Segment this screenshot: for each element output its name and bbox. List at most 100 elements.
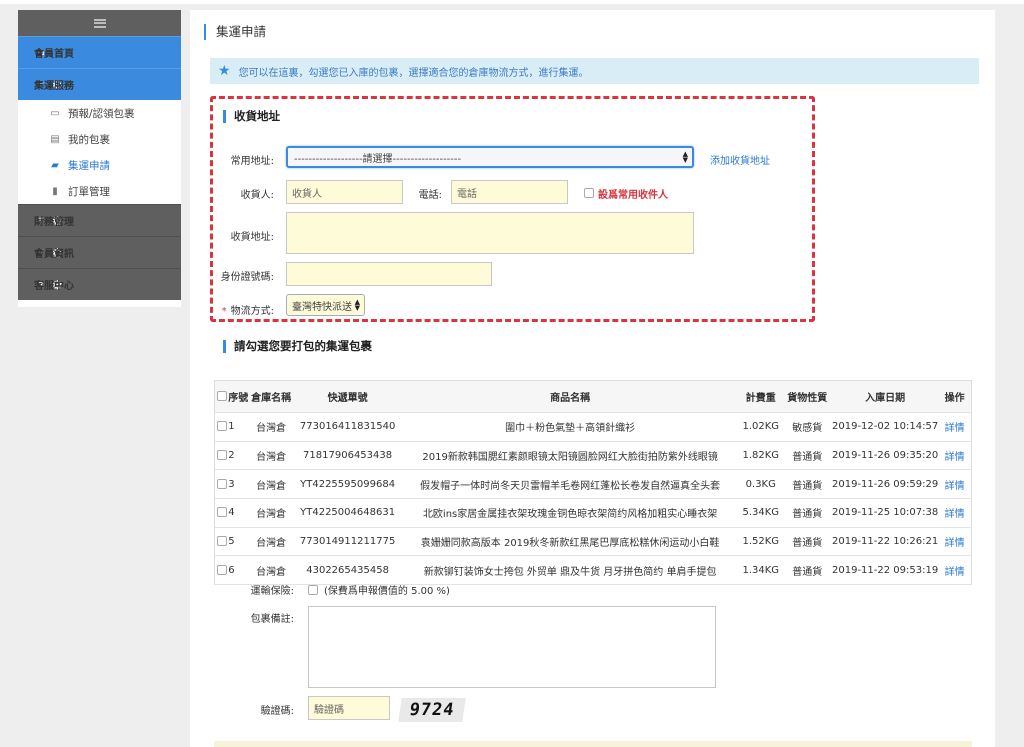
sidebar-item-member-home[interactable]: ⌂ 會員首頁: [18, 36, 181, 68]
header-weight: 計費重: [738, 380, 783, 413]
row-warehouse: 台灣倉: [248, 469, 294, 500]
header-date: 入庫日期: [832, 380, 939, 413]
row-product: 北欧ins家居金属挂衣架玫瑰金铜色晾衣架简约风格加粗实心睡衣架: [401, 498, 739, 528]
header-no: 序號: [228, 380, 249, 413]
inbox-icon: ▭: [50, 107, 60, 119]
row-tracking: 773014911211775: [293, 527, 402, 557]
header-product: 商品名稱: [401, 380, 739, 413]
header-tracking: 快遞單號: [293, 380, 402, 413]
row-warehouse: 台灣倉: [248, 527, 294, 557]
row-product: 新款铆钉装饰女士挎包 外贸单 鼎及牛货 月牙拼色简约 单肩手提包: [401, 555, 739, 586]
add-address-link[interactable]: 添加收貨地址: [710, 152, 770, 167]
row-tracking: 71817906453438: [293, 441, 402, 471]
row-action[interactable]: 詳情: [938, 498, 972, 528]
remark-textarea[interactable]: [308, 606, 716, 688]
row-no: 3: [228, 469, 249, 500]
sidebar-item-finance[interactable]: ▾ 財務管理 ⚙: [18, 204, 181, 236]
insurance-text: (保費爲申報價值的 5.00 %): [324, 586, 450, 597]
row-checkbox[interactable]: [216, 507, 227, 518]
table-header-row: 序號 倉庫名稱 快遞單號 商品名稱 計費重 貨物性質 入庫日期 操作: [214, 380, 972, 413]
row-select-cell[interactable]: [214, 498, 229, 528]
row-select-cell[interactable]: [214, 441, 229, 471]
row-action[interactable]: 詳情: [938, 555, 972, 586]
address-textarea[interactable]: [286, 212, 694, 254]
select-all-cell[interactable]: [214, 380, 229, 413]
sidebar-subitem-my-packages[interactable]: ▤ 我的包裹: [18, 126, 181, 152]
row-date: 2019-12-02 10:14:57: [832, 412, 939, 442]
row-type: 普通貨: [782, 498, 832, 528]
row-action[interactable]: 詳情: [938, 441, 972, 471]
row-tracking: YT4225595099684: [293, 469, 402, 500]
sidebar-item-shipping-service[interactable]: ▾ 集運服務 ⚙: [18, 68, 181, 100]
sidebar-subitem-shipping-request[interactable]: ▰ 集運申請: [18, 152, 181, 178]
row-date: 2019-11-22 10:26:21: [832, 527, 939, 557]
row-warehouse: 台灣倉: [248, 498, 294, 528]
row-date: 2019-11-26 09:59:29: [832, 469, 939, 500]
select-all-checkbox[interactable]: [216, 391, 227, 401]
table-row[interactable]: 4 台灣倉 YT4225004648631 北欧ins家居金属挂衣架玫瑰金铜色晾衣架简…: [214, 498, 972, 528]
row-warehouse: 台灣倉: [248, 412, 294, 442]
row-weight: 5.34KG: [738, 498, 783, 528]
sidebar-subitem-forecast[interactable]: ▭ 預報/認領包裹: [18, 100, 181, 126]
set-common-receiver-checkbox[interactable]: [584, 188, 594, 198]
row-select-cell[interactable]: [214, 527, 229, 557]
address-section-title: 收貨地址: [223, 110, 280, 123]
row-date: 2019-11-22 09:53:19: [832, 555, 939, 586]
truck-icon: ▰: [51, 159, 59, 171]
row-select-cell[interactable]: [214, 469, 229, 500]
receiver-input[interactable]: 收貨人: [286, 180, 403, 204]
row-product: 假发帽子一体时尚冬天贝雷帽羊毛卷网红蓬松长卷发自然逼真全头套: [401, 469, 739, 500]
table-row[interactable]: 3 台灣倉 YT4225595099684 假发帽子一体时尚冬天贝雷帽羊毛卷网红蓬松长…: [214, 469, 972, 500]
select-arrows-icon: ▲ ▼: [682, 150, 688, 164]
row-product: 袁姗姗同款高版本 2019秋冬新款红黑尾巴厚底松糕休闲运动小白鞋: [401, 527, 739, 557]
row-checkbox[interactable]: [216, 536, 227, 547]
menu-icon: [93, 18, 106, 28]
row-checkbox[interactable]: [216, 421, 227, 432]
sidebar-subitem-orders[interactable]: ▮ 訂單管理: [18, 178, 181, 204]
captcha-input[interactable]: 驗證碼: [308, 696, 390, 720]
captcha-label: 驗證碼:: [260, 706, 294, 717]
insurance-label: 運輸保險:: [250, 586, 294, 597]
row-type: 普通貨: [782, 469, 832, 500]
sidebar-toggle[interactable]: [18, 10, 181, 36]
table-row[interactable]: 5 台灣倉 773014911211775 袁姗姗同款高版本 2019秋冬新款红黑尾巴…: [214, 527, 972, 557]
sidebar: ⌂ 會員首頁 ▾ 集運服務 ⚙ ▭ 預報/認領包裹 ▤ 我的包裹 ▰ 集運申請 …: [18, 10, 181, 307]
row-checkbox[interactable]: [216, 450, 227, 461]
captcha-image[interactable]: 9724: [398, 698, 466, 722]
row-tracking: 773016411831540: [293, 412, 402, 442]
info-notice: ★ 您可以在這裏，勾選您已入庫的包裹，選擇適合您的倉庫物流方式，進行集運。: [210, 58, 979, 84]
row-weight: 1.52KG: [738, 527, 783, 557]
common-address-label: 常用地址:: [230, 156, 274, 167]
row-checkbox[interactable]: [216, 564, 227, 575]
row-date: 2019-11-26 09:35:20: [832, 441, 939, 471]
common-address-select[interactable]: -------------------請選擇------------------…: [286, 146, 694, 168]
row-type: 普通貨: [782, 555, 832, 586]
row-no: 5: [228, 527, 249, 557]
table-row[interactable]: 2 台灣倉 71817906453438 2019新款韩国腮红素颜眼镜太阳镜圆脸网红大…: [214, 441, 972, 471]
row-checkbox[interactable]: [216, 478, 227, 489]
table-row[interactable]: 1 台灣倉 773016411831540 圍巾＋粉色氣墊＋高領針織衫 1.02KG 敏感…: [214, 412, 972, 442]
row-no: 6: [228, 555, 249, 586]
row-action[interactable]: 詳情: [938, 527, 972, 557]
phone-input[interactable]: 電話: [451, 180, 568, 204]
star-icon: ★: [218, 63, 231, 79]
row-select-cell[interactable]: [214, 412, 229, 442]
shipping-method-select[interactable]: 臺灣特快派送 ▲ ▼: [286, 294, 365, 316]
row-date: 2019-11-25 10:07:38: [832, 498, 939, 528]
row-no: 4: [228, 498, 249, 528]
row-action[interactable]: 詳情: [938, 412, 972, 442]
row-product: 圍巾＋粉色氣墊＋高領針織衫: [401, 412, 739, 442]
header-action: 操作: [938, 380, 972, 413]
sidebar-item-customer-service[interactable]: ▾ 客服中心 ⚙: [18, 268, 181, 300]
id-number-input[interactable]: [286, 262, 492, 286]
row-select-cell[interactable]: [214, 555, 229, 586]
header-warehouse: 倉庫名稱: [248, 380, 294, 413]
table-row[interactable]: 6 台灣倉 4302265435458 新款铆钉装饰女士挎包 外贸单 鼎及牛货 月牙拼…: [214, 555, 972, 586]
row-action[interactable]: 詳情: [938, 469, 972, 500]
sidebar-item-member-info[interactable]: ▾ 會員資訊 ⚙: [18, 236, 181, 268]
row-weight: 1.82KG: [738, 441, 783, 471]
phone-label: 電話:: [418, 190, 442, 201]
insurance-checkbox[interactable]: [308, 585, 318, 595]
set-common-receiver-label: 設爲常用收件人: [598, 190, 668, 201]
row-weight: 1.34KG: [738, 555, 783, 586]
